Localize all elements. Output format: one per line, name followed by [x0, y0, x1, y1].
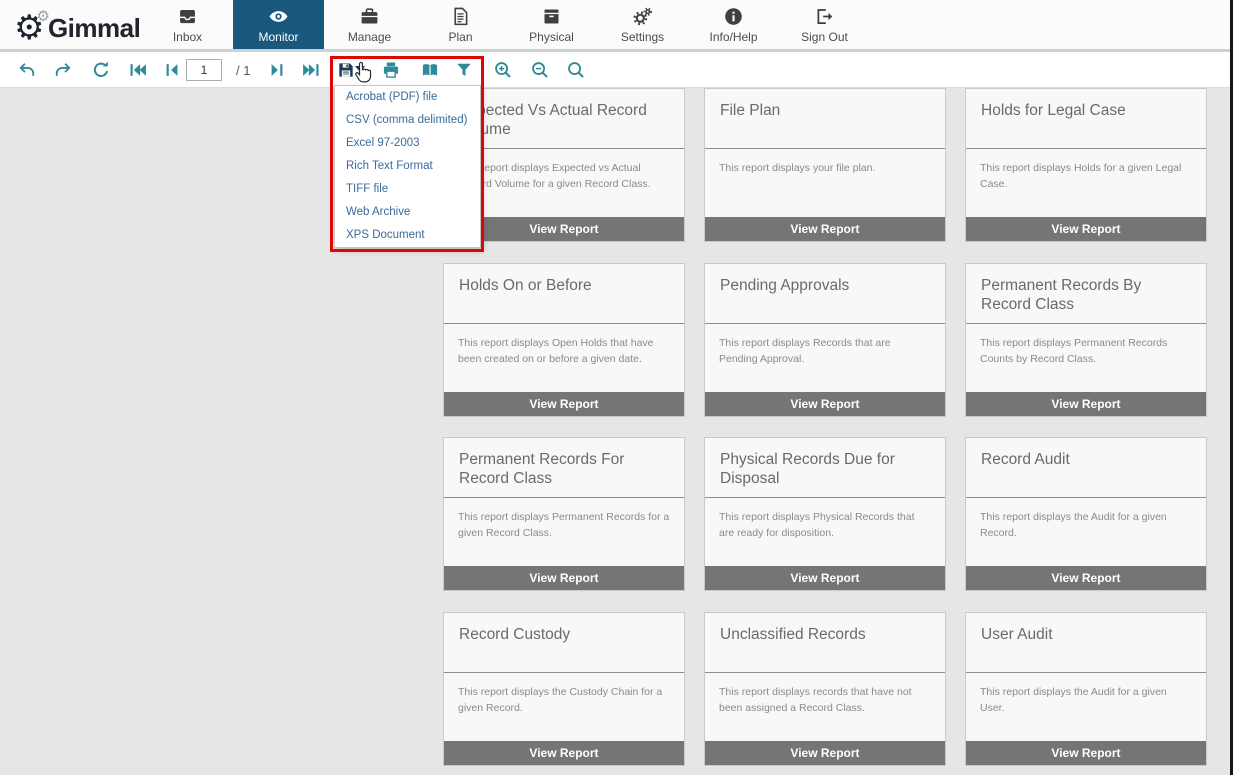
- info-icon: [723, 6, 744, 27]
- report-card-title: Physical Records Due for Disposal: [705, 438, 945, 498]
- gears-icon: [632, 6, 653, 27]
- first-page-button[interactable]: [128, 60, 148, 80]
- report-card: Pending Approvals This report displays R…: [704, 263, 946, 417]
- view-report-button[interactable]: View Report: [705, 217, 945, 241]
- view-report-button[interactable]: View Report: [705, 566, 945, 590]
- gimmal-logo: ⚙ ⚙ Gimmal: [14, 6, 140, 50]
- export-caret-down-icon[interactable]: [355, 66, 365, 72]
- page-layout-button[interactable]: [420, 60, 440, 80]
- export-menu-item[interactable]: XPS Document: [335, 224, 480, 247]
- export-format-menu: Acrobat (PDF) fileCSV (comma delimited)E…: [334, 85, 481, 248]
- view-report-button[interactable]: View Report: [705, 392, 945, 416]
- refresh-button[interactable]: [91, 60, 111, 80]
- report-card-description: This report displays the Custody Chain f…: [444, 673, 684, 717]
- view-report-button[interactable]: View Report: [966, 566, 1206, 590]
- last-page-button[interactable]: [301, 60, 321, 80]
- report-card-title: Record Custody: [444, 613, 684, 673]
- export-menu-item[interactable]: Acrobat (PDF) file: [335, 86, 480, 109]
- report-card: Permanent Records By Record Class This r…: [965, 263, 1207, 417]
- report-card-description: This report displays Physical Records th…: [705, 498, 945, 542]
- report-card: Record Custody This report displays the …: [443, 612, 685, 766]
- report-card-title: Pending Approvals: [705, 264, 945, 324]
- sign-out-icon: [814, 6, 835, 27]
- page-number-input[interactable]: [186, 59, 222, 81]
- reports-gallery: Expected Vs Actual Record Volume This re…: [0, 88, 1233, 775]
- report-toolbar: / 1: [0, 52, 1233, 88]
- view-report-button[interactable]: View Report: [705, 741, 945, 765]
- nav-item-physical[interactable]: Physical: [506, 0, 597, 49]
- report-card-title: Unclassified Records: [705, 613, 945, 673]
- nav-item-manage[interactable]: Manage: [324, 0, 415, 49]
- page-total-label: / 1: [236, 63, 250, 78]
- nav-item-settings[interactable]: Settings: [597, 0, 688, 49]
- report-card: Physical Records Due for Disposal This r…: [704, 437, 946, 591]
- report-card: Holds On or Before This report displays …: [443, 263, 685, 417]
- export-menu-item[interactable]: CSV (comma delimited): [335, 109, 480, 132]
- report-card: User Audit This report displays the Audi…: [965, 612, 1207, 766]
- report-card-title: Record Audit: [966, 438, 1206, 498]
- print-button[interactable]: [381, 60, 401, 80]
- report-card-description: This report displays Open Holds that hav…: [444, 324, 684, 368]
- view-report-button[interactable]: View Report: [966, 217, 1206, 241]
- export-menu-item[interactable]: Rich Text Format: [335, 155, 480, 178]
- document-icon: [450, 6, 471, 27]
- nav-item-plan[interactable]: Plan: [415, 0, 506, 49]
- box-icon: [541, 6, 562, 27]
- view-report-button[interactable]: View Report: [444, 392, 684, 416]
- gear-small-logo-icon: ⚙: [36, 7, 49, 25]
- nav-item-inbox[interactable]: Inbox: [142, 0, 233, 49]
- nav-item-info-help[interactable]: Info/Help: [688, 0, 779, 49]
- report-card: File Plan This report displays your file…: [704, 88, 946, 242]
- filter-button[interactable]: [454, 60, 474, 80]
- report-card-description: This report displays Records that are Pe…: [705, 324, 945, 368]
- report-card-title: Holds On or Before: [444, 264, 684, 324]
- view-report-button[interactable]: View Report: [444, 741, 684, 765]
- export-menu-item[interactable]: Web Archive: [335, 201, 480, 224]
- report-card-title: File Plan: [705, 89, 945, 149]
- nav-item-sign-out[interactable]: Sign Out: [779, 0, 870, 49]
- prev-page-button[interactable]: [162, 60, 182, 80]
- report-card-description: This report displays records that have n…: [705, 673, 945, 717]
- view-report-button[interactable]: View Report: [966, 741, 1206, 765]
- export-menu-item[interactable]: Excel 97-2003: [335, 132, 480, 155]
- briefcase-icon: [359, 6, 380, 27]
- report-card: Holds for Legal Case This report display…: [965, 88, 1207, 242]
- report-card-title: Permanent Records By Record Class: [966, 264, 1206, 324]
- report-card-description: This report displays the Audit for a giv…: [966, 498, 1206, 542]
- inbox-icon: [177, 6, 198, 27]
- undo-button[interactable]: [17, 60, 37, 80]
- report-card-description: This report displays Permanent Records C…: [966, 324, 1206, 368]
- redo-button[interactable]: [53, 60, 73, 80]
- view-report-button[interactable]: View Report: [444, 566, 684, 590]
- report-card-title: Permanent Records For Record Class: [444, 438, 684, 498]
- zoom-out-button[interactable]: [530, 60, 550, 80]
- export-save-button[interactable]: [336, 60, 356, 80]
- report-card-description: This report displays Holds for a given L…: [966, 149, 1206, 193]
- nav-items: Inbox Monitor Manage Plan Physical Setti…: [142, 0, 870, 49]
- eye-icon: [268, 6, 289, 27]
- report-card: Unclassified Records This report display…: [704, 612, 946, 766]
- view-report-button[interactable]: View Report: [966, 392, 1206, 416]
- brand-name: Gimmal: [48, 13, 140, 44]
- report-card-title: Holds for Legal Case: [966, 89, 1206, 149]
- export-menu-item[interactable]: TIFF file: [335, 178, 480, 201]
- report-card-title: User Audit: [966, 613, 1206, 673]
- report-card: Record Audit This report displays the Au…: [965, 437, 1207, 591]
- report-card: Permanent Records For Record Class This …: [443, 437, 685, 591]
- nav-item-monitor[interactable]: Monitor: [233, 0, 324, 49]
- next-page-button[interactable]: [267, 60, 287, 80]
- zoom-in-button[interactable]: [493, 60, 513, 80]
- top-navbar: ⚙ ⚙ Gimmal Inbox Monitor Manage Plan Phy…: [0, 0, 1233, 52]
- report-card-description: This report displays the Audit for a giv…: [966, 673, 1206, 717]
- report-card-description: This report displays your file plan.: [705, 149, 945, 176]
- report-card-description: This report displays Permanent Records f…: [444, 498, 684, 542]
- search-button[interactable]: [566, 60, 586, 80]
